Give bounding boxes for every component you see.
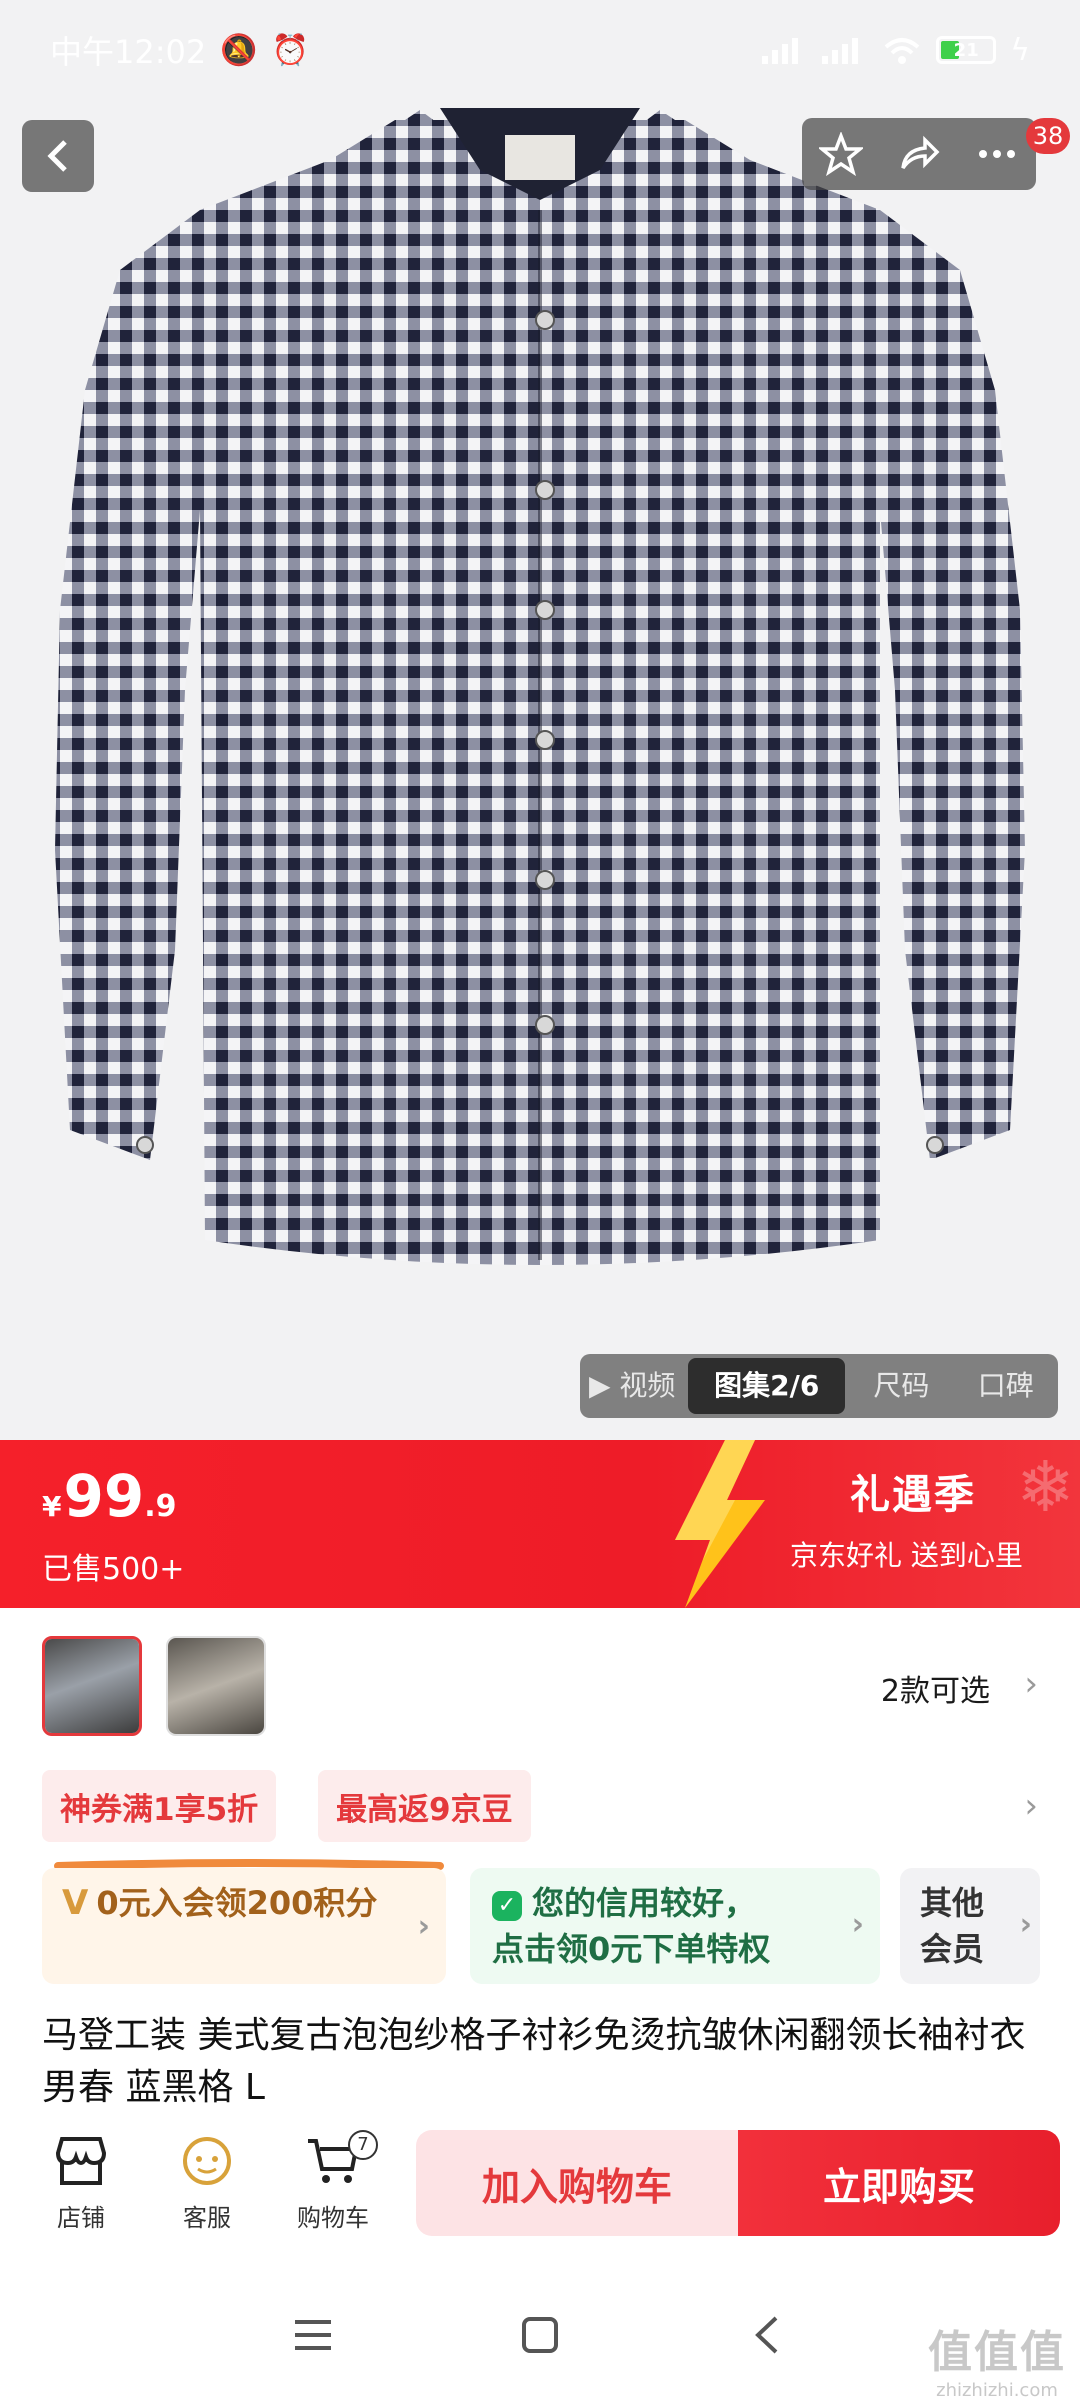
price: ¥ 99 .9 xyxy=(42,1462,176,1530)
v-badge-icon: V xyxy=(62,1883,89,1923)
lightning-bolt-icon xyxy=(675,1440,765,1608)
alarm-icon: ⏰ xyxy=(271,32,309,68)
menu-icon xyxy=(295,2320,332,2350)
other-member-card[interactable]: 其他 会员 › xyxy=(900,1868,1040,1984)
promo-title: 礼遇季 xyxy=(850,1472,976,1518)
sold-count: 已售500+ xyxy=(42,1552,185,1587)
variant-thumb-1[interactable] xyxy=(42,1636,142,1736)
favorite-star-icon[interactable] xyxy=(819,132,863,176)
chevron-right-icon: › xyxy=(851,1907,864,1942)
variant-thumb-2[interactable] xyxy=(166,1636,266,1736)
wifi-icon xyxy=(884,38,920,64)
snowflake-icon: ❄ xyxy=(1016,1446,1075,1528)
variant-selector[interactable]: 2款可选 › xyxy=(0,1628,1080,1748)
watermark-logo: 值值值 xyxy=(928,2327,1066,2378)
signal-icon xyxy=(762,38,799,64)
bottom-action-bar: 店铺 客服 7 购物车 加入购物车 立即购买 xyxy=(0,2120,1080,2240)
cart-label: 购物车 xyxy=(297,2204,369,2232)
tab-reviews[interactable]: 口碑 xyxy=(954,1358,1058,1414)
member-points-card[interactable]: V 0元入会领200积分 › xyxy=(42,1868,446,1984)
chevron-left-icon xyxy=(47,140,67,172)
tab-size[interactable]: 尺码 xyxy=(849,1358,953,1414)
back-triangle-icon xyxy=(754,2316,778,2354)
service-button[interactable]: 客服 xyxy=(152,2130,262,2233)
cart-button[interactable]: 7 购物车 xyxy=(278,2130,388,2233)
more-icon[interactable] xyxy=(975,132,1019,176)
product-title: 马登工装 美式复古泡泡纱格子衬衫免烫抗皱休闲翻领长袖衬衣男春 蓝黑格 L xyxy=(42,2015,1026,2108)
credit-line-1: 您的信用较好， xyxy=(532,1884,757,1922)
member-points-text: 0元入会领200积分 xyxy=(96,1884,378,1922)
media-tabs: ▶ 视频 图集2/6 尺码 口碑 xyxy=(580,1354,1058,1418)
cart-count-badge: 7 xyxy=(348,2130,378,2160)
credit-icon: ✓ xyxy=(492,1891,522,1921)
watermark: 值值值 zhizhizhi.com xyxy=(928,2316,1066,2400)
customer-service-icon xyxy=(183,2137,231,2185)
top-actions xyxy=(802,118,1036,190)
system-nav-bar xyxy=(0,2270,1080,2400)
coupon-jingdou[interactable]: 最高返9京豆 xyxy=(318,1770,531,1842)
coupon-discount[interactable]: 神券满1享5折 xyxy=(42,1770,277,1842)
price-banner: ¥ 99 .9 已售500+ 礼遇季 京东好礼 送到心里 ❄ xyxy=(0,1440,1080,1608)
share-icon[interactable] xyxy=(897,132,941,176)
tab-gallery[interactable]: 图集2/6 xyxy=(688,1358,846,1414)
product-image-gallery[interactable]: 中午12:02 🔕 ⏰ 21 ϟ 38 ▶ 视频 图集2/6 尺码 口碑 xyxy=(0,0,1080,1440)
buy-now-button[interactable]: 立即购买 xyxy=(738,2130,1060,2236)
other-member-line-1: 其他 xyxy=(920,1884,985,1922)
credit-line-2: 点击领0元下单特权 xyxy=(492,1930,771,1968)
coupon-row[interactable]: 神券满1享5折 最高返9京豆 › xyxy=(0,1770,1080,1844)
charging-icon: ϟ xyxy=(1010,32,1030,68)
home-square-icon xyxy=(521,2317,558,2353)
back-nav-button[interactable] xyxy=(727,2295,807,2375)
chevron-right-icon: › xyxy=(417,1909,430,1944)
signal-icon-2 xyxy=(822,38,859,64)
shop-icon xyxy=(55,2137,107,2185)
product-image xyxy=(55,108,1025,1265)
mute-icon: 🔕 xyxy=(220,32,258,68)
credit-privilege-card[interactable]: ✓ 您的信用较好， 点击领0元下单特权 › xyxy=(470,1868,880,1984)
back-button[interactable] xyxy=(22,120,94,192)
service-label: 客服 xyxy=(183,2204,231,2232)
message-badge: 38 xyxy=(1026,118,1070,154)
watermark-domain: zhizhizhi.com xyxy=(936,2380,1058,2400)
chevron-right-icon: › xyxy=(1024,1786,1038,1826)
price-currency: ¥ xyxy=(42,1490,62,1523)
promo-subtitle: 京东好礼 送到心里 xyxy=(790,1539,1023,1572)
home-nav-button[interactable] xyxy=(500,2295,580,2375)
battery-icon: 21 xyxy=(936,36,997,64)
other-member-line-2: 会员 xyxy=(920,1930,985,1968)
price-integer: 99 xyxy=(63,1462,145,1530)
shop-button[interactable]: 店铺 xyxy=(26,2130,136,2233)
price-decimal: .9 xyxy=(144,1489,177,1524)
chevron-right-icon: › xyxy=(1024,1664,1038,1704)
status-bar: 中午12:02 🔕 ⏰ 21 ϟ xyxy=(0,0,1080,100)
tab-video[interactable]: ▶ 视频 xyxy=(580,1358,684,1414)
shop-label: 店铺 xyxy=(57,2204,105,2232)
menu-nav-button[interactable] xyxy=(273,2295,353,2375)
variant-count: 2款可选 xyxy=(880,1674,990,1709)
add-to-cart-button[interactable]: 加入购物车 xyxy=(416,2130,738,2236)
chevron-right-icon: › xyxy=(1019,1907,1032,1942)
status-time: 中午12:02 xyxy=(50,33,207,71)
